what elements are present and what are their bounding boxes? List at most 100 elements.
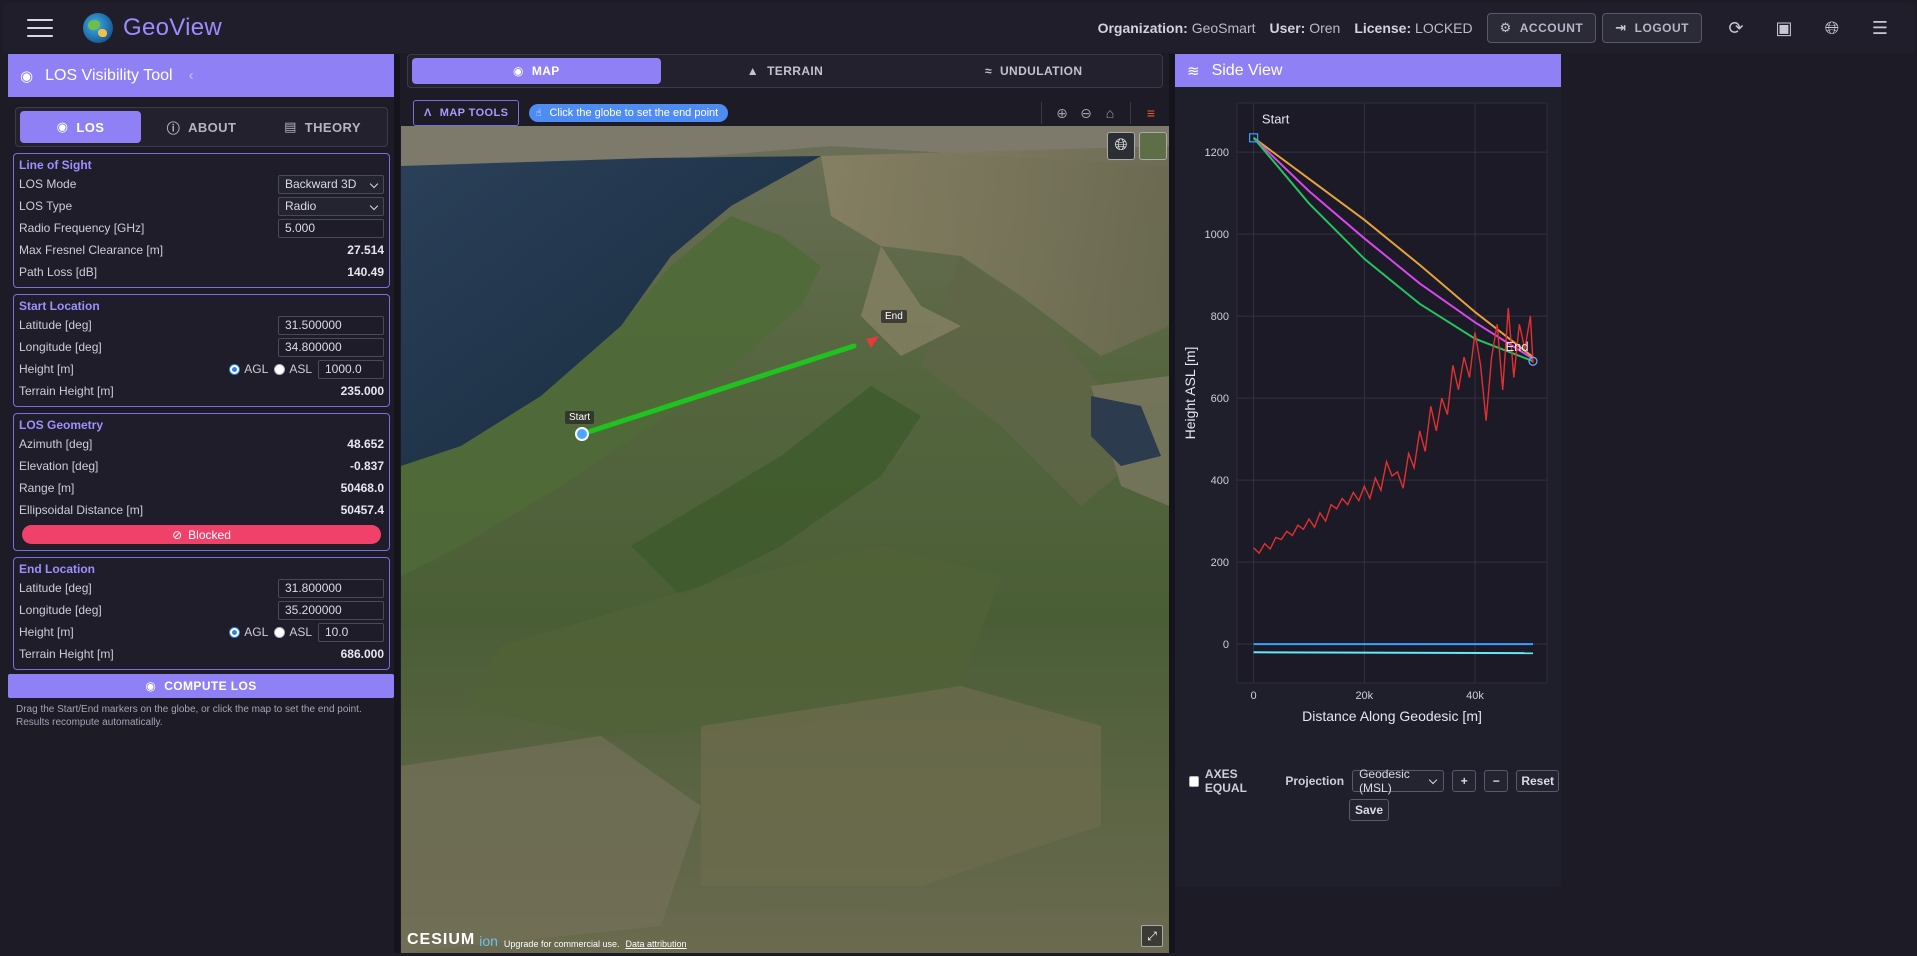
toolbar-divider: [1041, 102, 1042, 124]
tab-map[interactable]: ◉ MAP: [412, 58, 661, 84]
x-tick-label: 40k: [1466, 690, 1484, 702]
start-terrain-value: 235.000: [340, 384, 384, 398]
los-mode-select[interactable]: Backward 3D: [278, 174, 384, 194]
globe-viewer[interactable]: Start End 🌐︎ CESIUM ion Upgrade for comm…: [401, 126, 1169, 953]
range-value: 50468.0: [340, 481, 384, 495]
end-latitude-input[interactable]: 31.800000: [278, 578, 384, 598]
user-info: User: Oren: [1269, 20, 1341, 36]
start-asl-radio[interactable]: ASL: [274, 362, 312, 376]
side-view-title: Side View: [1211, 61, 1283, 79]
end-terrain-value: 686.000: [340, 647, 384, 661]
imagery-picker-icon[interactable]: [1139, 132, 1167, 160]
start-height-input[interactable]: 1000.0: [318, 359, 384, 379]
start-latitude-input[interactable]: 31.500000: [278, 315, 384, 335]
save-button[interactable]: Save: [1349, 799, 1389, 821]
start-marker[interactable]: [575, 427, 589, 441]
row-los-mode: LOS Mode Backward 3D: [19, 173, 384, 195]
y-tick-label: 0: [1223, 639, 1229, 651]
start-agl-radio[interactable]: AGL: [229, 362, 268, 376]
y-tick-label: 800: [1211, 311, 1229, 323]
end-longitude-input[interactable]: 35.200000: [278, 600, 384, 620]
view-tabs: ◉ MAP ▲ TERRAIN ≈ UNDULATION: [407, 54, 1163, 88]
tab-about[interactable]: ⓘ ABOUT: [141, 111, 262, 143]
side-view-panel: ≋ Side View 0 200 400 600 800 1000 1200 0 20k 40k…: [1175, 54, 1561, 953]
y-tick-label: 200: [1211, 557, 1229, 569]
tab-theory[interactable]: ▤ THEORY: [262, 111, 383, 143]
pathloss-value: 140.49: [347, 265, 384, 279]
home-icon[interactable]: ⌂: [1098, 105, 1122, 121]
plot-area: [1236, 102, 1548, 684]
map-toolbar: Λ MAP TOOLS ☝ Click the globe to set the e…: [401, 96, 1169, 130]
collapse-chevron-icon[interactable]: ‹: [189, 67, 194, 84]
blocked-status-badge: ⊘ Blocked: [22, 525, 381, 544]
zoom-minus-button[interactable]: −: [1484, 770, 1509, 792]
upgrade-text: Upgrade for commercial use.: [503, 939, 620, 949]
zoom-plus-button[interactable]: +: [1452, 770, 1477, 792]
end-location-section: End Location Latitude [deg] 31.800000 Lon…: [13, 557, 390, 670]
chat-icon[interactable]: ☰: [1860, 8, 1900, 48]
y-tick-label: 400: [1211, 475, 1229, 487]
y-tick-label: 600: [1211, 393, 1229, 405]
globe-mode-icon[interactable]: 🌐︎: [1107, 132, 1135, 160]
end-agl-radio[interactable]: AGL: [229, 625, 268, 639]
account-button[interactable]: ⚙ ACCOUNT: [1486, 13, 1597, 43]
hint-badge: ☝ Click the globe to set the end point: [529, 104, 729, 122]
row-azimuth: Azimuth [deg] 48.652: [19, 437, 384, 451]
map-tools-button[interactable]: Λ MAP TOOLS: [413, 100, 520, 126]
language-globe-icon[interactable]: 🌐︎: [1812, 8, 1852, 48]
cesium-credits: CESIUM ion Upgrade for commercial use. D…: [407, 931, 687, 949]
help-text: Drag the Start/End markers on the globe,…: [16, 704, 362, 728]
axes-equal-checkbox[interactable]: [1189, 775, 1199, 787]
tab-terrain[interactable]: ▲ TERRAIN: [661, 58, 910, 84]
eye-icon: ◉: [145, 679, 157, 693]
start-longitude-input[interactable]: 34.800000: [278, 337, 384, 357]
user-value: Oren: [1309, 20, 1341, 36]
logout-icon: ⇥: [1615, 20, 1627, 35]
section-title: Line of Sight: [19, 158, 92, 172]
row-fresnel: Max Fresnel Clearance [m] 27.514: [19, 243, 384, 257]
projection-select[interactable]: Geodesic (MSL): [1352, 767, 1445, 795]
menu-icon[interactable]: [27, 19, 53, 37]
monitor-icon[interactable]: ▣: [1764, 8, 1804, 48]
los-type-select[interactable]: Radio: [278, 196, 384, 216]
zoom-in-icon[interactable]: ⊕: [1050, 105, 1074, 122]
cesium-logo: CESIUM: [407, 931, 476, 948]
app-window: GeoView Organization: GeoSmart User: Ore…: [3, 3, 1914, 953]
row-start-terrain: Terrain Height [m] 235.000: [19, 384, 384, 398]
los-geometry-section: LOS Geometry Azimuth [deg] 48.652 Elevati…: [13, 413, 390, 551]
info-icon: ⓘ: [166, 120, 181, 136]
book-icon: ▤: [284, 119, 297, 134]
row-start-height: Height [m] AGL ASL 1000.0: [19, 358, 384, 380]
los-tool-panel: ◉ LOS Visibility Tool ‹ ◉ LOS ⓘ ABOUT ▤ THE…: [8, 54, 394, 953]
row-frequency: Radio Frequency [GHz] 5.000: [19, 217, 384, 239]
compute-los-button[interactable]: ◉ COMPUTE LOS: [8, 674, 394, 698]
chart-line-icon: ≋: [1187, 62, 1200, 80]
end-height-input[interactable]: 10.0: [318, 622, 384, 642]
tab-undulation[interactable]: ≈ UNDULATION: [909, 58, 1158, 84]
data-attribution-link[interactable]: Data attribution: [625, 939, 686, 949]
projection-label: Projection: [1285, 774, 1345, 788]
fullscreen-icon[interactable]: ⤢: [1141, 925, 1163, 947]
row-end-height: Height [m] AGL ASL 10.0: [19, 621, 384, 643]
mountain-icon: ▲: [746, 64, 760, 78]
sync-icon[interactable]: ⟳: [1716, 8, 1756, 48]
left-splitter[interactable]: [394, 54, 400, 953]
reset-button[interactable]: Reset: [1516, 770, 1559, 792]
y-tick-label: 1200: [1205, 147, 1229, 159]
app-title: GeoView: [123, 14, 223, 41]
frequency-input[interactable]: 5.000: [278, 218, 384, 238]
tab-los[interactable]: ◉ LOS: [20, 111, 141, 143]
row-end-lon: Longitude [deg] 35.200000: [19, 599, 384, 621]
row-range: Range [m] 50468.0: [19, 481, 384, 495]
plot-controls: AXES EQUAL Projection Geodesic (MSL) + −…: [1189, 766, 1559, 796]
elevation-value: -0.837: [349, 459, 384, 473]
row-end-lat: Latitude [deg] 31.800000: [19, 577, 384, 599]
logout-button[interactable]: ⇥ LOGOUT: [1602, 13, 1702, 43]
compass-icon: Λ: [424, 107, 432, 119]
y-axis-label: Height ASL [m]: [1182, 347, 1198, 440]
end-asl-radio[interactable]: ASL: [274, 625, 312, 639]
zoom-out-icon[interactable]: ⊖: [1074, 105, 1098, 122]
row-elevation: Elevation [deg] -0.837: [19, 459, 384, 473]
fresnel-value: 27.514: [347, 243, 384, 257]
layers-icon[interactable]: ≡: [1139, 105, 1163, 121]
